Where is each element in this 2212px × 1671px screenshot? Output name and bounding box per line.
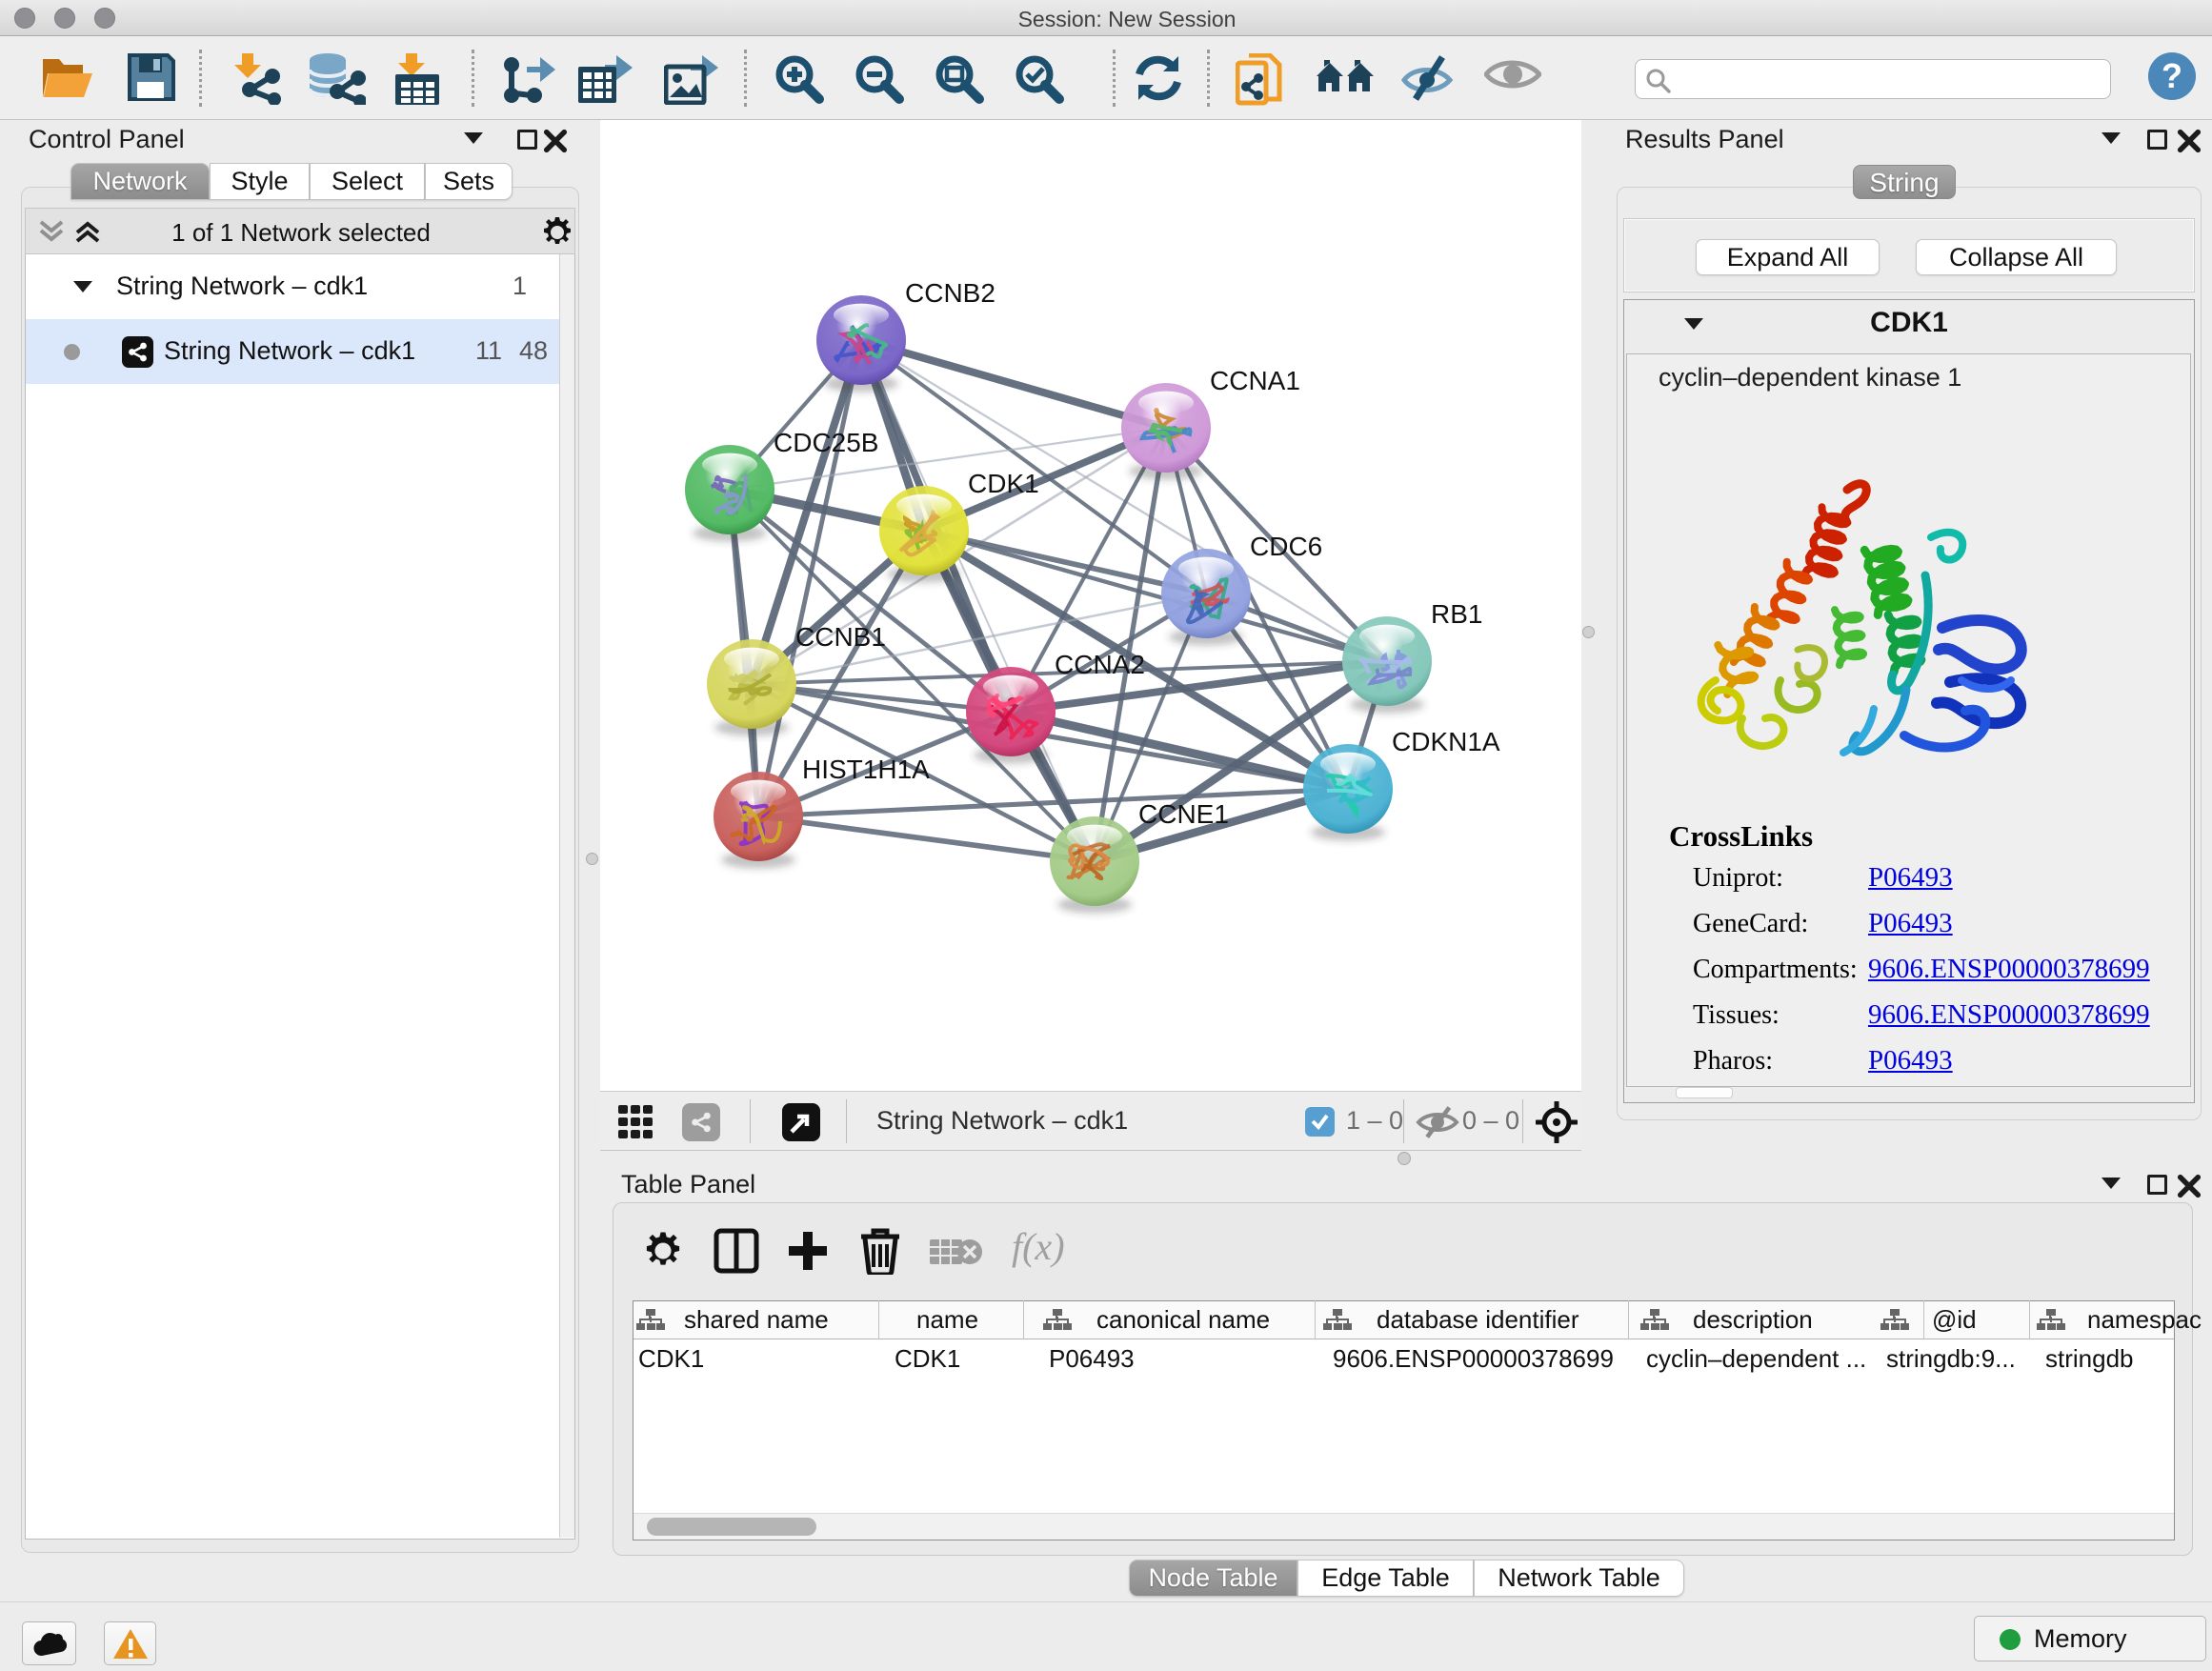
svg-text:CCNB2: CCNB2	[905, 278, 995, 308]
svg-text:RB1: RB1	[1431, 599, 1482, 629]
svg-text:CCNA2: CCNA2	[1055, 650, 1145, 679]
svg-text:CCNE1: CCNE1	[1138, 799, 1229, 829]
svg-text:CCNB1: CCNB1	[795, 622, 886, 652]
svg-text:CDC6: CDC6	[1250, 532, 1322, 561]
svg-text:CDKN1A: CDKN1A	[1392, 727, 1500, 756]
svg-text:CDK1: CDK1	[968, 469, 1039, 498]
svg-text:?: ?	[2162, 56, 2182, 95]
svg-text:CDC25B: CDC25B	[774, 428, 878, 457]
svg-text:HIST1H1A: HIST1H1A	[802, 755, 930, 784]
svg-text:CCNA1: CCNA1	[1210, 366, 1300, 395]
